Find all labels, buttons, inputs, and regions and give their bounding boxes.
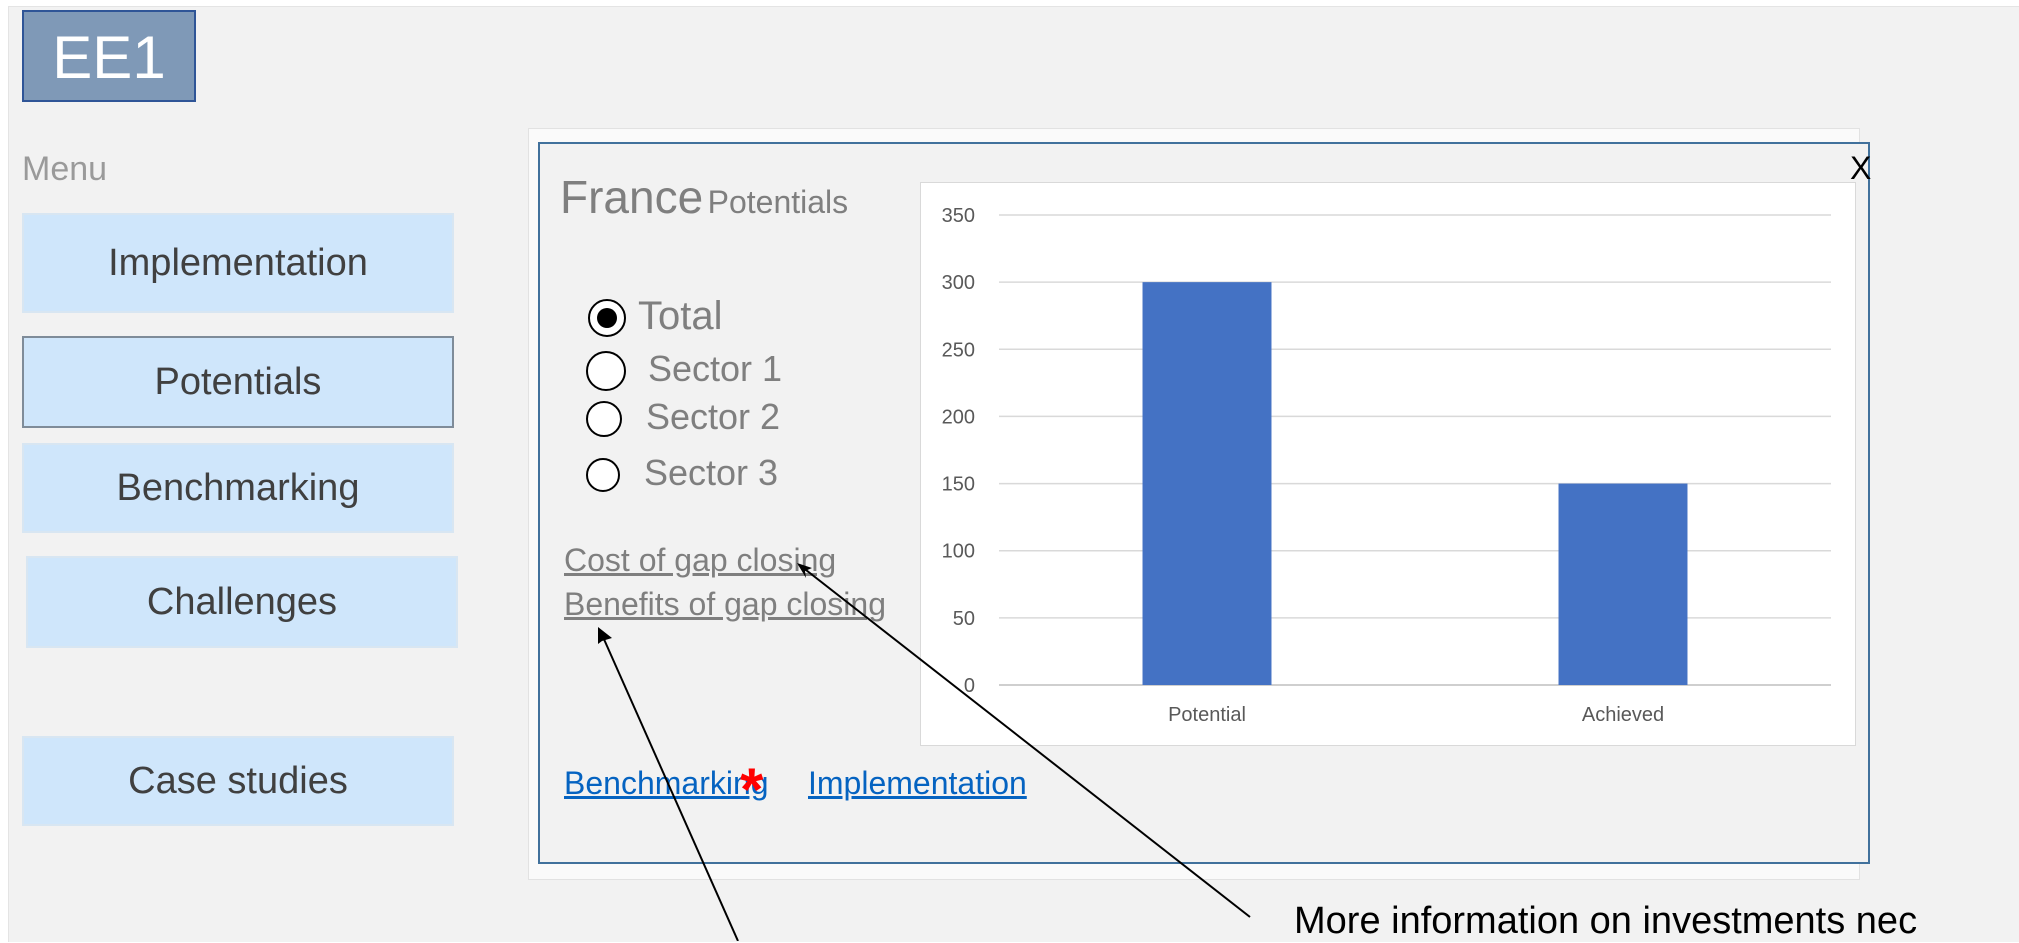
dialog-subtitle: Potentials — [707, 184, 849, 220]
y-tick-label: 200 — [942, 406, 975, 428]
app-logo: EE1 — [22, 10, 196, 102]
y-tick-label: 100 — [942, 541, 975, 563]
bar — [1142, 282, 1272, 685]
asterisk-marker: * — [740, 756, 764, 823]
dialog-title: France Potentials — [560, 170, 848, 224]
radio-label: Sector 2 — [646, 396, 781, 437]
menu-case-studies-button[interactable]: Case studies — [22, 736, 454, 826]
menu-benchmarking-button[interactable]: Benchmarking — [22, 443, 454, 533]
radio-option-sector-3[interactable]: Sector 3 — [586, 452, 778, 494]
radio-label: Sector 1 — [648, 348, 783, 389]
y-tick-label: 350 — [942, 205, 975, 227]
bar — [1558, 483, 1688, 685]
radio-option-sector-1[interactable]: Sector 1 — [586, 348, 783, 392]
menu-implementation-button[interactable]: Implementation — [22, 213, 454, 313]
chart-panel: 0 50 100 150 200 250 300 350 Potential Achieved — [920, 182, 1856, 746]
radio-unselected-icon[interactable] — [586, 401, 622, 438]
radio-label: Total — [638, 294, 723, 338]
y-tick-label: 250 — [942, 339, 975, 361]
benefits-of-gap-closing-link[interactable]: Benefits of gap closing — [564, 586, 886, 623]
menu-potentials-button[interactable]: Potentials — [22, 336, 454, 428]
radio-unselected-icon[interactable] — [586, 351, 626, 392]
y-tick-label: 50 — [953, 608, 975, 630]
menu-heading: Menu — [22, 150, 108, 188]
menu-challenges-button[interactable]: Challenges — [26, 556, 458, 648]
implementation-link[interactable]: Implementation — [808, 765, 1027, 802]
x-tick-label: Achieved — [1582, 704, 1664, 726]
radio-label: Sector 3 — [644, 452, 779, 493]
potentials-bar-chart: 0 50 100 150 200 250 300 350 Potential Achieved — [942, 205, 1831, 726]
x-tick-label: Potential — [1168, 704, 1246, 726]
y-tick-label: 150 — [942, 474, 975, 496]
cost-of-gap-closing-link[interactable]: Cost of gap closing — [564, 542, 836, 579]
benchmarking-link[interactable]: Benchmarking — [564, 765, 769, 802]
radio-selected-icon[interactable] — [588, 299, 626, 338]
country-name: France — [560, 171, 704, 223]
y-tick-label: 0 — [964, 675, 975, 697]
y-tick-label: 300 — [942, 272, 975, 294]
radio-option-sector-2[interactable]: Sector 2 — [586, 396, 780, 438]
radio-unselected-icon[interactable] — [586, 458, 620, 493]
annotation-text: More information on investments nec — [1294, 900, 1918, 942]
radio-option-total[interactable]: Total — [588, 294, 723, 339]
